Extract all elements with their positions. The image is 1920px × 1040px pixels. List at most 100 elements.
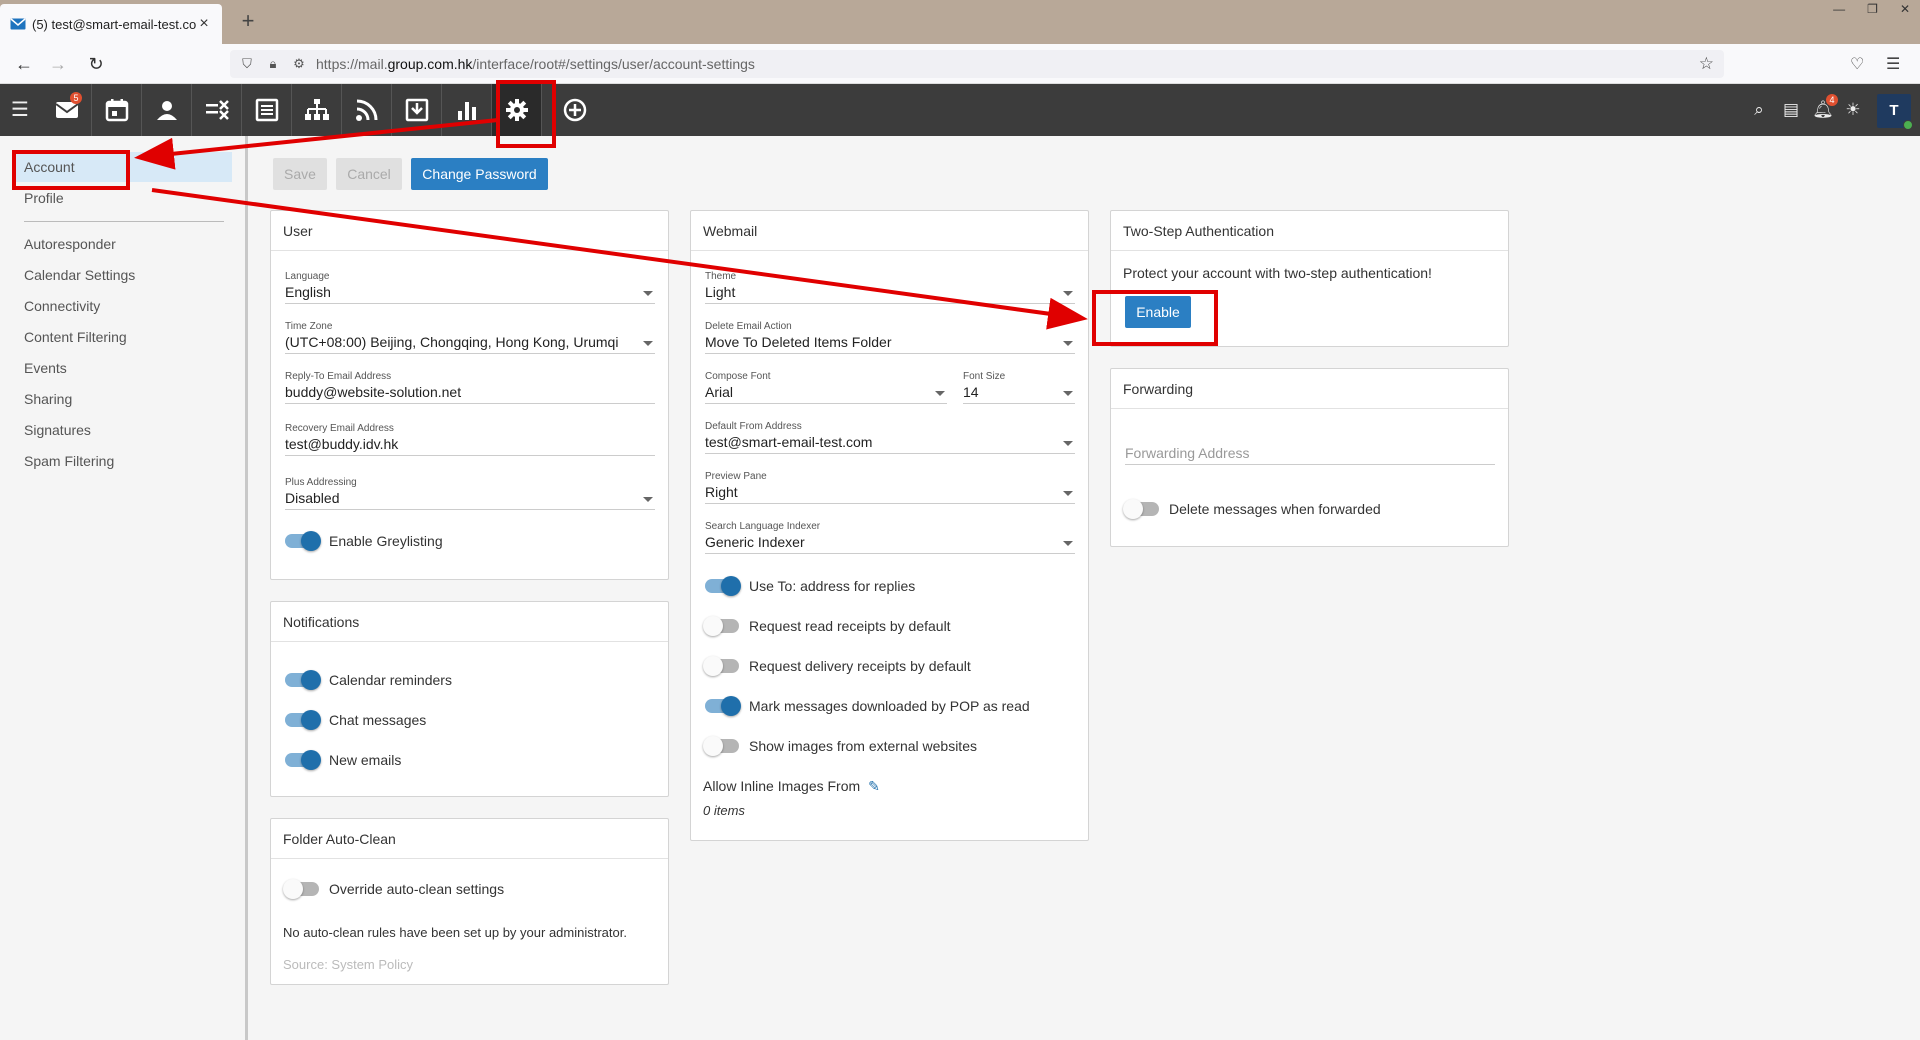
sidebar-item-content-filtering[interactable]: Content Filtering: [24, 329, 127, 345]
external-images-toggle[interactable]: [703, 736, 739, 756]
pop-read-toggle[interactable]: [705, 696, 741, 716]
new-emails-row[interactable]: New emails: [285, 750, 401, 770]
calendar-icon[interactable]: [92, 84, 142, 136]
reply-to-field[interactable]: Reply-To Email Address buddy@website-sol…: [285, 371, 655, 404]
read-receipts-row[interactable]: Request read receipts by default: [703, 616, 951, 636]
language-label: Language: [285, 271, 330, 282]
sidebar-item-sharing[interactable]: Sharing: [24, 391, 72, 407]
address-bar[interactable]: ⛉ 🔒︎ ⚙ https://mail. group.com.hk/interfa…: [230, 50, 1724, 78]
delivery-receipts-row[interactable]: Request delivery receipts by default: [703, 656, 971, 676]
chat-icon[interactable]: ▤: [1780, 99, 1802, 121]
forwarding-address-input[interactable]: Forwarding Address: [1125, 445, 1495, 465]
new-tab-button[interactable]: +: [236, 10, 260, 34]
back-icon[interactable]: ←: [12, 52, 36, 76]
sidebar-item-calendar-settings[interactable]: Calendar Settings: [24, 267, 135, 283]
pop-read-row[interactable]: Mark messages downloaded by POP as read: [705, 696, 1030, 716]
reload-icon[interactable]: ↻: [84, 52, 108, 76]
chevron-down-icon: [1063, 441, 1073, 446]
font-size-select[interactable]: Font Size 14: [963, 371, 1075, 404]
browser-tab[interactable]: (5) test@smart-email-test.com ×: [0, 4, 222, 44]
read-receipts-label: Request read receipts by default: [749, 618, 951, 634]
sidebar-item-connectivity[interactable]: Connectivity: [24, 298, 100, 314]
bookmark-star-icon[interactable]: ☆: [1699, 54, 1714, 74]
delete-forwarded-row[interactable]: Delete messages when forwarded: [1123, 499, 1381, 519]
tasks-icon[interactable]: [192, 84, 242, 136]
sidebar-item-spam-filtering[interactable]: Spam Filtering: [24, 453, 114, 469]
save-button[interactable]: Save: [273, 158, 327, 190]
override-auto-clean-toggle[interactable]: [283, 879, 319, 899]
recovery-email-value: test@buddy.idv.hk: [285, 436, 655, 456]
permissions-icon[interactable]: ⚙: [290, 55, 308, 73]
use-to-address-toggle[interactable]: [705, 576, 741, 596]
webmail-card: Webmail Theme Light Delete Email Action …: [690, 210, 1089, 841]
close-window-icon[interactable]: ✕: [1900, 2, 1910, 16]
change-password-button[interactable]: Change Password: [411, 158, 548, 190]
preview-pane-label: Preview Pane: [705, 471, 767, 482]
plus-addressing-select[interactable]: Plus Addressing Disabled: [285, 477, 655, 510]
user-avatar[interactable]: T: [1877, 94, 1913, 130]
pop-read-label: Mark messages downloaded by POP as read: [749, 698, 1030, 714]
inline-images-heading: Allow Inline Images From ✎: [703, 778, 880, 795]
chat-messages-toggle[interactable]: [285, 710, 321, 730]
notes-icon[interactable]: [242, 84, 292, 136]
shield-icon[interactable]: ⛉: [238, 55, 256, 73]
forwarding-card: Forwarding Forwarding Address Delete mes…: [1110, 368, 1509, 547]
inline-images-label: Allow Inline Images From: [703, 778, 861, 794]
sidebar-item-signatures[interactable]: Signatures: [24, 422, 91, 438]
chat-messages-row[interactable]: Chat messages: [285, 710, 426, 730]
font-size-label: Font Size: [963, 371, 1006, 382]
override-auto-clean-label: Override auto-clean settings: [329, 881, 505, 897]
language-select[interactable]: Language English: [285, 271, 655, 304]
minimize-icon[interactable]: —: [1833, 2, 1845, 16]
forward-icon[interactable]: →: [46, 52, 70, 76]
add-circle-icon[interactable]: [550, 84, 600, 136]
restore-icon[interactable]: ❐: [1867, 2, 1878, 16]
auto-clean-card: Folder Auto-Clean Override auto-clean se…: [270, 818, 669, 985]
rss-icon[interactable]: [342, 84, 392, 136]
notifications-card-title: Notifications: [271, 602, 668, 642]
calendar-reminders-toggle[interactable]: [285, 670, 321, 690]
delete-action-value: Move To Deleted Items Folder: [705, 334, 1075, 354]
sitemap-icon[interactable]: [292, 84, 342, 136]
timezone-select[interactable]: Time Zone (UTC+08:00) Beijing, Chongqing…: [285, 321, 655, 354]
close-tab-icon[interactable]: ×: [196, 16, 212, 32]
sidebar-item-events[interactable]: Events: [24, 360, 67, 376]
delivery-receipts-toggle[interactable]: [703, 656, 739, 676]
url-domain: group.com.hk: [387, 56, 473, 72]
greylisting-toggle-row[interactable]: Enable Greylisting: [285, 531, 443, 551]
contacts-icon[interactable]: [142, 84, 192, 136]
annotation-box-enable: [1092, 290, 1218, 346]
delete-forwarded-toggle[interactable]: [1123, 499, 1159, 519]
auto-clean-card-title: Folder Auto-Clean: [271, 819, 668, 859]
default-from-label: Default From Address: [705, 421, 802, 432]
new-emails-toggle[interactable]: [285, 750, 321, 770]
mail-icon[interactable]: 5: [42, 84, 92, 136]
reports-icon[interactable]: [442, 84, 492, 136]
calendar-reminders-row[interactable]: Calendar reminders: [285, 670, 452, 690]
external-images-row[interactable]: Show images from external websites: [703, 736, 977, 756]
sidebar-item-autoresponder[interactable]: Autoresponder: [24, 236, 116, 252]
lock-icon[interactable]: 🔒︎: [264, 55, 282, 73]
compose-font-select[interactable]: Compose Font Arial: [705, 371, 947, 404]
read-receipts-toggle[interactable]: [703, 616, 739, 636]
cancel-button[interactable]: Cancel: [336, 158, 402, 190]
preview-pane-select[interactable]: Preview Pane Right: [705, 471, 1075, 504]
delete-action-select[interactable]: Delete Email Action Move To Deleted Item…: [705, 321, 1075, 354]
browser-menu-icon[interactable]: ☰: [1886, 54, 1900, 74]
sidebar-item-profile[interactable]: Profile: [24, 190, 64, 206]
search-icon[interactable]: ⌕: [1748, 99, 1770, 121]
theme-sun-icon[interactable]: ☀: [1842, 99, 1864, 121]
override-auto-clean-row[interactable]: Override auto-clean settings: [283, 879, 505, 899]
search-indexer-select[interactable]: Search Language Indexer Generic Indexer: [705, 521, 1075, 554]
use-to-address-row[interactable]: Use To: address for replies: [705, 576, 915, 596]
recovery-email-field[interactable]: Recovery Email Address test@buddy.idv.hk: [285, 423, 655, 456]
edit-pencil-icon[interactable]: ✎: [868, 778, 880, 794]
greylisting-label: Enable Greylisting: [329, 533, 443, 549]
bell-icon[interactable]: 🔔︎ 4: [1812, 94, 1838, 121]
menu-icon[interactable]: ☰: [8, 98, 32, 122]
file-storage-icon[interactable]: [392, 84, 442, 136]
theme-select[interactable]: Theme Light: [705, 271, 1075, 304]
pocket-icon[interactable]: ♡: [1850, 54, 1864, 74]
greylisting-toggle[interactable]: [285, 531, 321, 551]
default-from-select[interactable]: Default From Address test@smart-email-te…: [705, 421, 1075, 454]
